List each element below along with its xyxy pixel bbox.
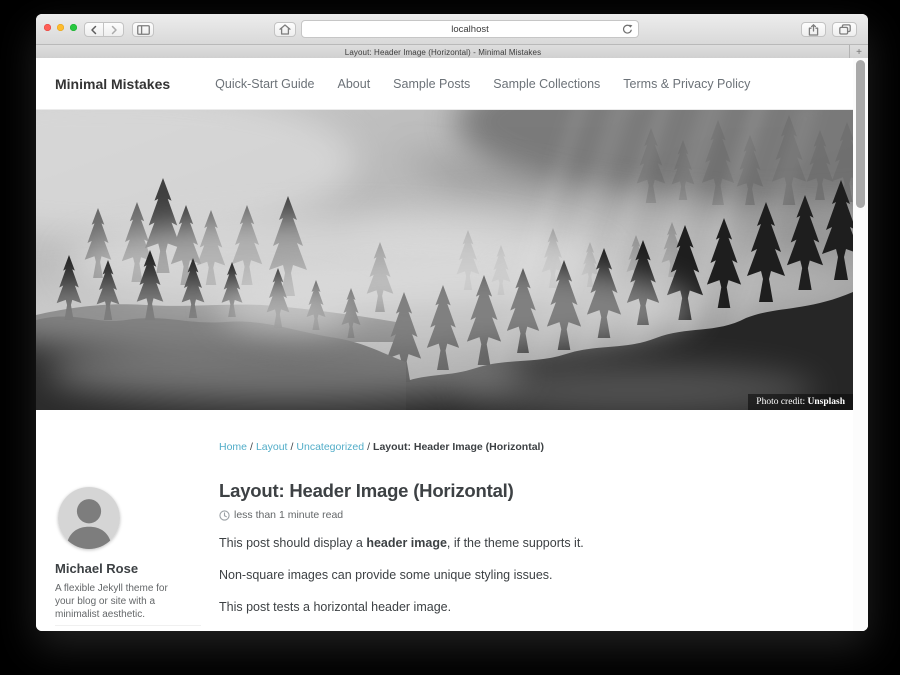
photo-credit-label: Photo credit: <box>756 397 805 407</box>
active-tab[interactable]: Layout: Header Image (Horizontal) - Mini… <box>36 45 850 59</box>
forward-button[interactable] <box>104 22 124 37</box>
tab-title: Layout: Header Image (Horizontal) - Mini… <box>345 48 541 57</box>
breadcrumb-separator: / <box>250 441 253 453</box>
back-button[interactable] <box>84 22 104 37</box>
minimize-button[interactable] <box>57 24 64 31</box>
paragraph-1: This post should display a header image,… <box>219 536 835 551</box>
site-nav: Quick-Start Guide About Sample Posts Sam… <box>215 77 773 91</box>
nav-link-about[interactable]: About <box>338 77 371 91</box>
breadcrumb: Home/Layout/Uncategorized/Layout: Header… <box>219 441 835 453</box>
read-time-label: less than 1 minute read <box>234 509 343 521</box>
share-button[interactable] <box>801 22 826 37</box>
site-masthead: Minimal Mistakes Quick-Start Guide About… <box>36 58 853 110</box>
paragraph-1-bold: header image <box>366 536 447 550</box>
nav-link-sample-collections[interactable]: Sample Collections <box>493 77 600 91</box>
breadcrumb-separator: / <box>367 441 370 453</box>
share-icon <box>808 24 819 36</box>
author-sidebar: Michael Rose A flexible Jekyll theme for… <box>55 441 219 626</box>
content-area: Michael Rose A flexible Jekyll theme for… <box>36 410 853 626</box>
traffic-lights <box>44 24 77 31</box>
new-tab-button[interactable]: + <box>849 45 868 59</box>
tabs-icon <box>839 24 851 35</box>
breadcrumb-current: Layout: Header Image (Horizontal) <box>373 441 544 453</box>
page-title: Layout: Header Image (Horizontal) <box>219 480 835 502</box>
nav-link-sample-posts[interactable]: Sample Posts <box>393 77 470 91</box>
paragraph-1-text: , if the theme supports it. <box>447 536 584 550</box>
clock-icon <box>219 510 230 521</box>
photo-credit: Photo credit: Unsplash <box>748 394 853 410</box>
forward-chevron-icon <box>110 25 118 35</box>
author-name: Michael Rose <box>55 561 219 576</box>
tab-overview-button[interactable] <box>832 22 857 37</box>
avatar <box>58 487 120 549</box>
scrollbar-thumb[interactable] <box>856 60 865 208</box>
sidebar-toggle-button[interactable] <box>132 22 154 37</box>
paragraph-3: This post tests a horizontal header imag… <box>219 600 835 615</box>
paragraph-2: Non-square images can provide some uniqu… <box>219 568 835 583</box>
address-bar[interactable] <box>301 20 639 38</box>
close-button[interactable] <box>44 24 51 31</box>
breadcrumb-layout-link[interactable]: Layout <box>256 441 288 453</box>
web-page: Minimal Mistakes Quick-Start Guide About… <box>36 58 868 631</box>
zoom-button[interactable] <box>70 24 77 31</box>
sidebar-divider <box>55 625 201 626</box>
history-nav-group <box>84 22 124 37</box>
article: Home/Layout/Uncategorized/Layout: Header… <box>219 441 835 626</box>
back-chevron-icon <box>90 25 98 35</box>
browser-window: Layout: Header Image (Horizontal) - Mini… <box>36 14 868 631</box>
nav-link-terms-privacy[interactable]: Terms & Privacy Policy <box>623 77 750 91</box>
breadcrumb-home-link[interactable]: Home <box>219 441 247 453</box>
site-title-link[interactable]: Minimal Mistakes <box>55 76 170 92</box>
foggy-forest-illustration <box>36 110 853 410</box>
reload-icon[interactable] <box>622 24 633 35</box>
home-button[interactable] <box>274 22 296 37</box>
plus-icon: + <box>856 47 862 58</box>
scrollbar-track[interactable] <box>853 58 868 631</box>
breadcrumb-uncategorized-link[interactable]: Uncategorized <box>296 441 364 453</box>
photo-credit-source: Unsplash <box>808 397 846 407</box>
titlebar <box>36 14 868 45</box>
read-time: less than 1 minute read <box>219 509 835 521</box>
nav-link-quick-start-guide[interactable]: Quick-Start Guide <box>215 77 314 91</box>
author-bio: A flexible Jekyll theme for your blog or… <box>55 582 183 621</box>
breadcrumb-separator: / <box>290 441 293 453</box>
home-icon <box>279 24 291 35</box>
paragraph-1-text: This post should display a <box>219 536 366 550</box>
sidebar-icon <box>137 25 150 35</box>
header-image: Photo credit: Unsplash <box>36 110 853 410</box>
avatar-placeholder-icon <box>58 487 120 549</box>
